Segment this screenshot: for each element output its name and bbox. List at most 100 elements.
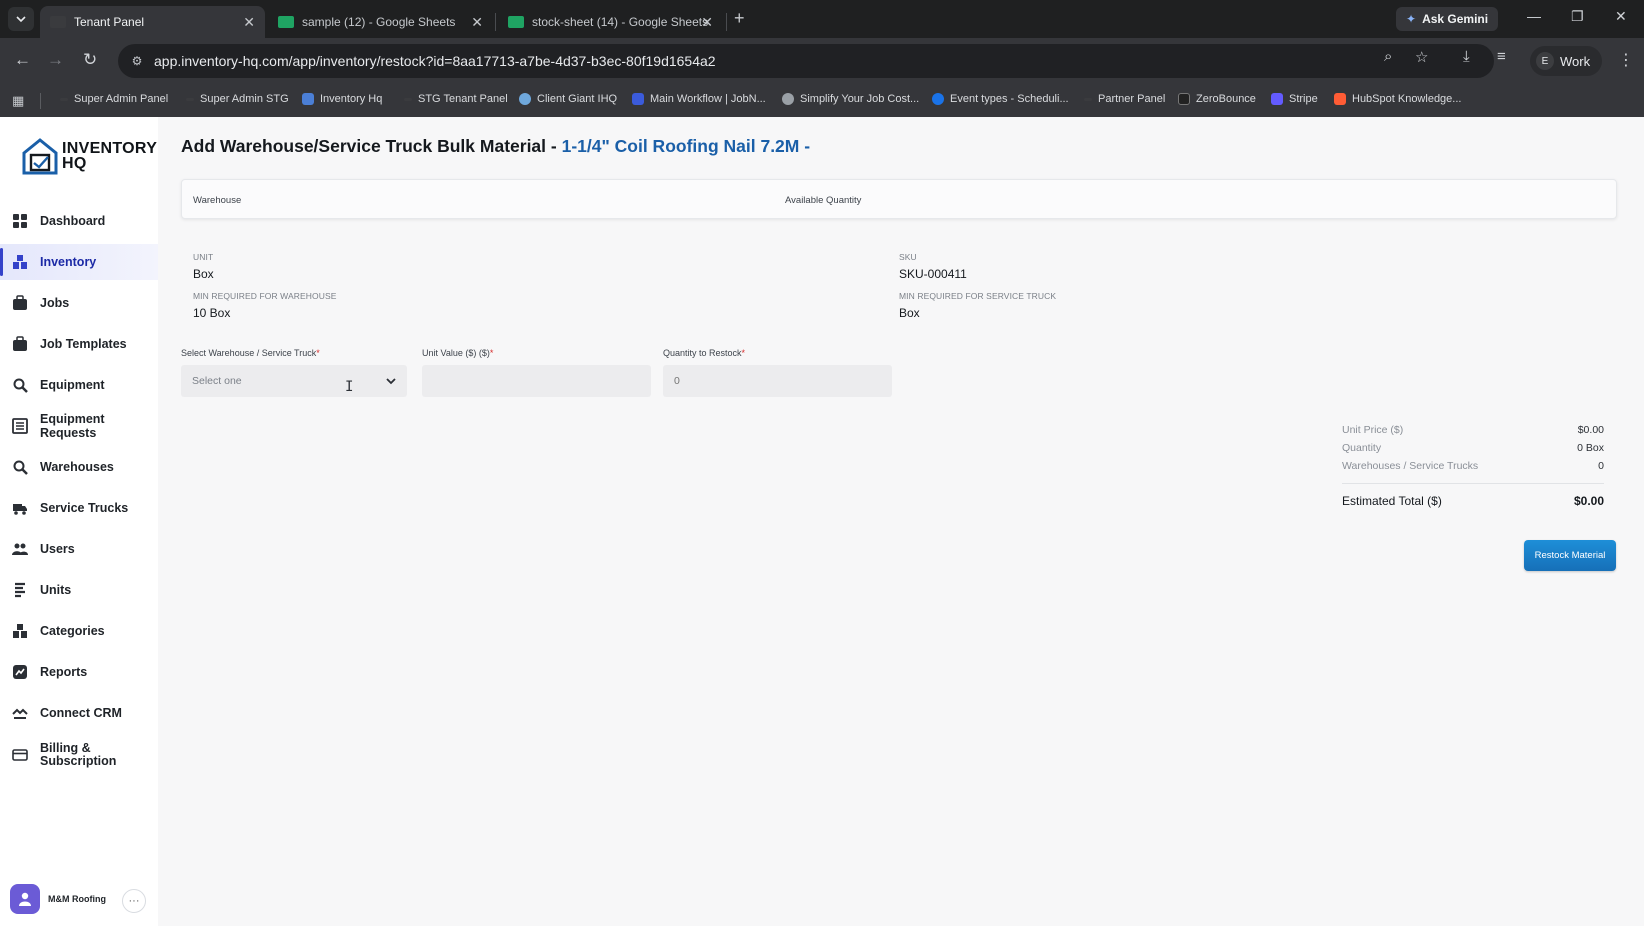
bookmark-zerobounce[interactable]: ZeroBounce: [1178, 93, 1256, 105]
sidebar-item-users[interactable]: Users: [0, 531, 158, 567]
jobnimbus-favicon: [632, 93, 644, 105]
profile-label: Work: [1560, 53, 1591, 69]
window-close-icon[interactable]: ✕: [1615, 8, 1627, 25]
close-icon[interactable]: ✕: [471, 14, 483, 31]
address-bar[interactable]: ⚙ app.inventory-hq.com/app/inventory/res…: [118, 44, 1494, 78]
sidebar-item-equipment-requests[interactable]: Equipment Requests: [0, 408, 158, 444]
min-truck-label: MIN REQUIRED FOR SERVICE TRUCK: [899, 291, 1057, 301]
sidebar-item-label: Dashboard: [40, 214, 106, 228]
bookmark-client-giant-ihq[interactable]: Client Giant IHQ: [519, 93, 617, 105]
bookmark-super-admin-panel[interactable]: Super Admin Panel: [60, 93, 168, 105]
browser-menu-icon[interactable]: ⋮: [1618, 50, 1634, 70]
close-icon[interactable]: ✕: [701, 14, 713, 31]
select-placeholder: Select one: [192, 375, 242, 387]
sidebar-item-connect-crm[interactable]: Connect CRM: [0, 695, 158, 731]
sidebar-item-reports[interactable]: Reports: [0, 654, 158, 690]
more-options-button[interactable]: ···: [122, 889, 146, 913]
min-warehouse-label: MIN REQUIRED FOR WAREHOUSE: [193, 291, 337, 301]
sidebar-item-jobs[interactable]: Jobs: [0, 285, 158, 321]
inventory-icon: [13, 255, 27, 269]
billing-icon: [12, 749, 28, 761]
browser-chrome: Tenant Panel ✕ sample (12) - Google Shee…: [0, 0, 1644, 117]
sidebar-item-categories[interactable]: Categories: [0, 613, 158, 649]
text-cursor-icon: I: [345, 379, 354, 395]
zoom-icon[interactable]: ⌕: [1384, 48, 1392, 65]
main-content: Add Warehouse/Service Truck Bulk Materia…: [158, 117, 1644, 926]
bookmark-event-types[interactable]: Event types - Scheduli...: [932, 93, 1069, 105]
media-controls-icon[interactable]: ≡: [1497, 48, 1506, 65]
back-icon[interactable]: ←: [14, 50, 31, 70]
sidebar-item-inventory[interactable]: Inventory: [0, 244, 158, 280]
sidebar-item-billing[interactable]: Billing & Subscription: [0, 737, 158, 773]
download-icon[interactable]: ⤓: [1463, 48, 1470, 65]
bookmark-stripe[interactable]: Stripe: [1271, 93, 1318, 105]
sidebar-item-label: Warehouses: [40, 460, 114, 474]
forward-icon[interactable]: →: [47, 50, 64, 70]
dashboard-icon: [13, 214, 27, 228]
unit-value-label: Unit Value ($) ($)*: [422, 348, 494, 358]
tab-sample-sheet[interactable]: sample (12) - Google Sheets ✕: [268, 6, 493, 38]
tab-divider: [726, 13, 727, 31]
bookmark-inventory-hq[interactable]: Inventory Hq: [302, 93, 382, 105]
bookmark-super-admin-stg[interactable]: Super Admin STG: [186, 93, 289, 105]
app-sidebar: INVENTORY HQ Dashboard Inventory Jobs Jo…: [0, 117, 158, 926]
tab-title: Tenant Panel: [74, 15, 145, 29]
profile-button[interactable]: E Work: [1530, 46, 1603, 76]
sidebar-item-equipment[interactable]: Equipment: [0, 367, 158, 403]
tab-search-button[interactable]: [8, 7, 34, 31]
sidebar-item-label: Categories: [40, 624, 105, 638]
quantity-to-restock-input[interactable]: [663, 365, 892, 397]
unit-label: UNIT: [193, 252, 214, 262]
bookmark-stg-tenant-panel[interactable]: STG Tenant Panel: [404, 93, 508, 105]
sidebar-item-label: Users: [40, 542, 75, 556]
zerobounce-favicon: [1178, 93, 1190, 105]
column-header-available-quantity: Available Quantity: [785, 195, 862, 206]
tenant-panel-favicon: [50, 16, 66, 28]
ask-gemini-button[interactable]: ✦ Ask Gemini: [1396, 7, 1499, 31]
profile-avatar: E: [1536, 52, 1554, 70]
new-tab-icon[interactable]: +: [734, 8, 745, 29]
sidebar-item-label: Reports: [40, 665, 88, 679]
site-settings-icon[interactable]: ⚙: [128, 52, 146, 70]
restock-material-button[interactable]: Restock Material: [1524, 540, 1616, 571]
sheets-icon: [278, 16, 294, 28]
categories-icon: [13, 624, 27, 638]
account-avatar: [10, 884, 40, 914]
close-icon[interactable]: ✕: [243, 14, 255, 31]
tab-stock-sheet[interactable]: stock-sheet (14) - Google Sheets ✕: [498, 6, 723, 38]
page-title-prefix: Add Warehouse/Service Truck Bulk Materia…: [181, 136, 562, 156]
sidebar-item-label: Connect CRM: [40, 706, 122, 720]
sidebar-item-dashboard[interactable]: Dashboard: [0, 203, 158, 239]
warehouse-select[interactable]: Select one: [181, 365, 407, 397]
minimize-icon[interactable]: —: [1527, 8, 1541, 24]
hubspot-favicon: [1334, 93, 1346, 105]
bookmark-partner-panel[interactable]: Partner Panel: [1084, 93, 1165, 105]
stripe-favicon: [1271, 93, 1283, 105]
min-warehouse-value: 10 Box: [193, 306, 231, 320]
restore-icon[interactable]: ❐: [1571, 8, 1584, 25]
bookmark-star-icon[interactable]: ☆: [1415, 48, 1428, 66]
jobs-icon: [13, 295, 27, 310]
account-switcher[interactable]: M&M Roofing: [10, 884, 106, 914]
job-templates-icon: [13, 336, 27, 351]
bookmark-main-workflow[interactable]: Main Workflow | JobN...: [632, 93, 766, 105]
bookmark-hubspot[interactable]: HubSpot Knowledge...: [1334, 93, 1461, 105]
inventory-hq-favicon: [302, 93, 314, 105]
sidebar-item-units[interactable]: Units: [0, 572, 158, 608]
apps-grid-icon[interactable]: ▦: [12, 93, 24, 109]
tab-title: stock-sheet (14) - Google Sheets: [532, 15, 709, 29]
url-text: app.inventory-hq.com/app/inventory/resto…: [154, 53, 716, 69]
inventory-hq-logo[interactable]: INVENTORY HQ: [22, 137, 157, 175]
tab-tenant-panel[interactable]: Tenant Panel ✕: [40, 6, 265, 38]
bookmark-simplify-job-cost[interactable]: Simplify Your Job Cost...: [782, 93, 919, 105]
summary-warehouses-trucks: Warehouses / Service Trucks 0: [1342, 460, 1604, 472]
bookmark-divider: [40, 93, 41, 109]
sidebar-item-warehouses[interactable]: Warehouses: [0, 449, 158, 485]
unit-value-input[interactable]: [422, 365, 651, 397]
reload-icon[interactable]: ↻: [83, 50, 97, 70]
equipment-icon: [13, 378, 28, 393]
sidebar-item-job-templates[interactable]: Job Templates: [0, 326, 158, 362]
equipment-requests-icon: [12, 418, 28, 434]
page-title: Add Warehouse/Service Truck Bulk Materia…: [181, 136, 810, 157]
sidebar-item-service-trucks[interactable]: Service Trucks: [0, 490, 158, 526]
